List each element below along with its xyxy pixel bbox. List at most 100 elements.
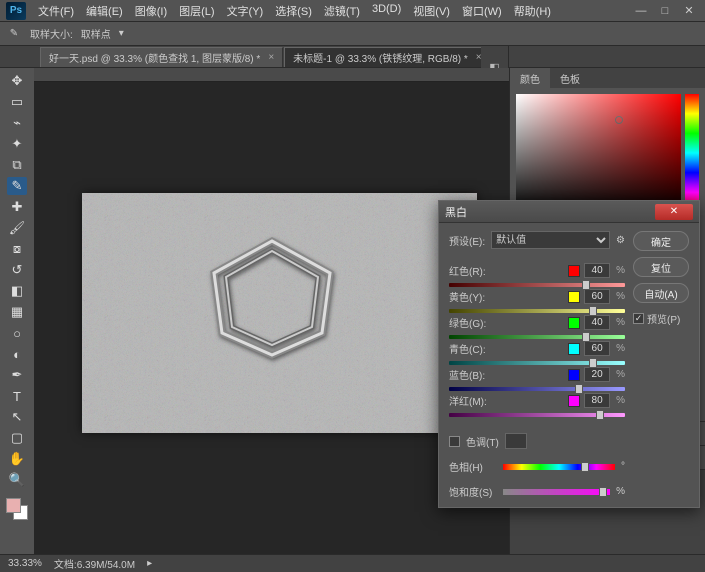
maximize-button[interactable]: □ bbox=[659, 6, 671, 16]
pen-tool[interactable]: ✒ bbox=[7, 366, 27, 384]
lasso-tool[interactable]: ⌁ bbox=[7, 114, 27, 132]
color-slider-row: 洋红(M): % bbox=[449, 393, 625, 419]
slider-value[interactable] bbox=[584, 315, 610, 330]
status-arrow-icon[interactable]: ▸ bbox=[147, 558, 152, 569]
saturation-box[interactable] bbox=[516, 94, 681, 212]
menu-item[interactable]: 文件(F) bbox=[32, 0, 80, 22]
color-slider-row: 黄色(Y): % bbox=[449, 289, 625, 315]
slider-thumb[interactable] bbox=[589, 358, 597, 368]
ruler-horizontal bbox=[34, 68, 509, 82]
shape-tool[interactable]: ▢ bbox=[7, 429, 27, 447]
toolbox: ✥ ▭ ⌁ ✦ ⧉ ✎ ✚ 🖌 ⧇ ↺ ◧ ▦ ○ ◐ ✒ T ↖ ▢ ✋ 🔍 bbox=[0, 68, 34, 554]
dialog-close-button[interactable]: ✕ bbox=[655, 204, 693, 220]
auto-button[interactable]: 自动(A) bbox=[633, 283, 689, 303]
slider-thumb[interactable] bbox=[575, 384, 583, 394]
document-tab[interactable]: 好一天.psd @ 33.3% (颜色查找 1, 图层蒙版/8) * × bbox=[40, 47, 283, 67]
document-tabs: 好一天.psd @ 33.3% (颜色查找 1, 图层蒙版/8) * × 未标题-1… bbox=[0, 46, 705, 68]
dialog-titlebar[interactable]: 黑白 ✕ bbox=[439, 201, 699, 223]
menu-bar: Ps 文件(F)编辑(E)图像(I)图层(L)文字(Y)选择(S)滤镜(T)3D… bbox=[0, 0, 705, 22]
black-white-dialog: 黑白 ✕ 预设(E): 默认值 ⚙ 红色(R): % 黄色(Y): % bbox=[438, 200, 700, 508]
preset-select[interactable]: 默认值 bbox=[491, 231, 610, 249]
slider-value[interactable] bbox=[584, 263, 610, 278]
slider-track[interactable] bbox=[449, 281, 625, 289]
menu-item[interactable]: 滤镜(T) bbox=[318, 0, 366, 22]
tab-label: 未标题-1 @ 33.3% (铁锈纹理, RGB/8) * bbox=[293, 50, 468, 65]
hexagon-shape bbox=[202, 233, 342, 363]
stamp-tool[interactable]: ⧇ bbox=[7, 240, 27, 258]
eyedropper-tool[interactable]: ✎ bbox=[7, 177, 27, 195]
slider-track[interactable] bbox=[449, 333, 625, 341]
fg-color[interactable] bbox=[6, 498, 21, 513]
move-tool[interactable]: ✥ bbox=[7, 72, 27, 90]
zoom-level[interactable]: 33.33% bbox=[8, 558, 42, 569]
saturation-slider[interactable] bbox=[503, 489, 610, 495]
zoom-tool[interactable]: 🔍 bbox=[7, 471, 27, 489]
history-brush-tool[interactable]: ↺ bbox=[7, 261, 27, 279]
menu-item[interactable]: 视图(V) bbox=[407, 0, 456, 22]
blur-tool[interactable]: ○ bbox=[7, 324, 27, 342]
type-tool[interactable]: T bbox=[7, 387, 27, 405]
slider-track[interactable] bbox=[449, 411, 625, 419]
eyedropper-icon: ✎ bbox=[6, 26, 22, 42]
tint-checkbox[interactable] bbox=[449, 436, 460, 447]
slider-thumb[interactable] bbox=[596, 410, 604, 420]
slider-label: 红色(R): bbox=[449, 263, 497, 278]
menu-item[interactable]: 图像(I) bbox=[129, 0, 173, 22]
picker-marker[interactable] bbox=[615, 116, 623, 124]
menu-item[interactable]: 图层(L) bbox=[173, 0, 220, 22]
hue-slider[interactable] bbox=[503, 464, 615, 470]
marquee-tool[interactable]: ▭ bbox=[7, 93, 27, 111]
slider-value[interactable] bbox=[584, 289, 610, 304]
ok-button[interactable]: 确定 bbox=[633, 231, 689, 251]
dropdown-icon[interactable]: ▾ bbox=[119, 28, 124, 39]
gradient-tool[interactable]: ▦ bbox=[7, 303, 27, 321]
tab-swatches[interactable]: 色板 bbox=[550, 68, 590, 89]
hue-bar[interactable] bbox=[685, 94, 699, 212]
hue-label: 色相(H) bbox=[449, 459, 497, 474]
gear-icon[interactable]: ⚙ bbox=[616, 235, 625, 246]
sample-size-value[interactable]: 取样点 bbox=[81, 26, 111, 41]
menu-item[interactable]: 3D(D) bbox=[366, 0, 407, 22]
tint-swatch[interactable] bbox=[505, 433, 527, 449]
dodge-tool[interactable]: ◐ bbox=[7, 345, 27, 363]
menu-item[interactable]: 编辑(E) bbox=[80, 0, 129, 22]
slider-value[interactable] bbox=[584, 393, 610, 408]
crop-tool[interactable]: ⧉ bbox=[7, 156, 27, 174]
menu-item[interactable]: 窗口(W) bbox=[456, 0, 508, 22]
tab-label: 好一天.psd @ 33.3% (颜色查找 1, 图层蒙版/8) * bbox=[49, 50, 260, 65]
slider-track[interactable] bbox=[449, 307, 625, 315]
slider-label: 绿色(G): bbox=[449, 315, 497, 330]
slider-label: 蓝色(B): bbox=[449, 367, 497, 382]
eraser-tool[interactable]: ◧ bbox=[7, 282, 27, 300]
color-swatch[interactable] bbox=[6, 498, 28, 520]
close-window-button[interactable]: ✕ bbox=[683, 6, 695, 16]
color-panel-tabs: 颜色 色板 bbox=[510, 68, 705, 88]
menu-item[interactable]: 文字(Y) bbox=[221, 0, 270, 22]
tab-color[interactable]: 颜色 bbox=[510, 68, 550, 89]
canvas[interactable] bbox=[82, 193, 477, 433]
slider-thumb[interactable] bbox=[582, 332, 590, 342]
brush-tool[interactable]: 🖌 bbox=[7, 219, 27, 237]
healing-tool[interactable]: ✚ bbox=[7, 198, 27, 216]
slider-label: 黄色(Y): bbox=[449, 289, 497, 304]
preview-checkbox[interactable] bbox=[633, 313, 644, 324]
slider-value[interactable] bbox=[584, 341, 610, 356]
slider-value[interactable] bbox=[584, 367, 610, 382]
minimize-button[interactable]: — bbox=[635, 6, 647, 16]
close-tab-icon[interactable]: × bbox=[268, 52, 274, 63]
slider-thumb[interactable] bbox=[589, 306, 597, 316]
color-swatch-icon bbox=[568, 317, 580, 329]
document-tab[interactable]: 未标题-1 @ 33.3% (铁锈纹理, RGB/8) *× bbox=[284, 47, 490, 67]
path-tool[interactable]: ↖ bbox=[7, 408, 27, 426]
hand-tool[interactable]: ✋ bbox=[7, 450, 27, 468]
slider-thumb[interactable] bbox=[582, 280, 590, 290]
slider-track[interactable] bbox=[449, 359, 625, 367]
menu-item[interactable]: 选择(S) bbox=[269, 0, 318, 22]
doc-info: 文档:6.39M/54.0M bbox=[54, 556, 135, 571]
slider-track[interactable] bbox=[449, 385, 625, 393]
color-picker[interactable] bbox=[510, 88, 705, 218]
menu-item[interactable]: 帮助(H) bbox=[508, 0, 557, 22]
wand-tool[interactable]: ✦ bbox=[7, 135, 27, 153]
app-logo: Ps bbox=[6, 2, 26, 20]
cancel-button[interactable]: 复位 bbox=[633, 257, 689, 277]
